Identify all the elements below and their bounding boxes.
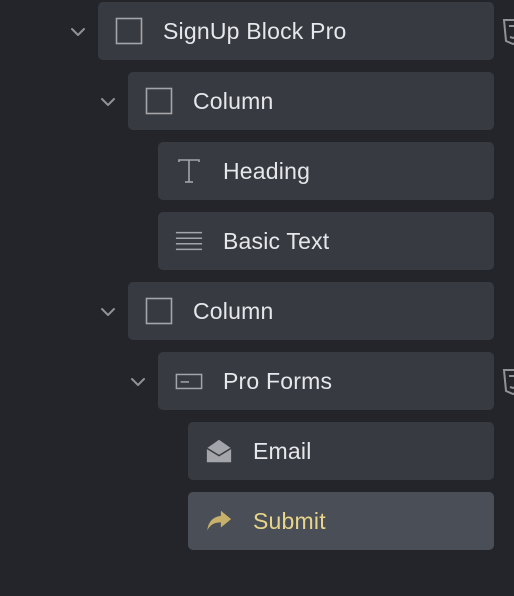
tree-node-label: SignUp Block Pro bbox=[163, 17, 347, 44]
square-icon bbox=[145, 297, 173, 325]
tree-node-label: Basic Text bbox=[223, 227, 330, 254]
tree-node-column-2[interactable]: Column bbox=[128, 282, 494, 340]
share-arrow-icon bbox=[205, 507, 233, 535]
chevron-down-icon[interactable] bbox=[99, 303, 117, 321]
form-field-icon bbox=[175, 367, 203, 395]
tree-node-label: Column bbox=[193, 87, 274, 114]
tree-node-signup-block-pro[interactable]: SignUp Block Pro bbox=[98, 2, 494, 60]
open-envelope-icon bbox=[205, 437, 233, 465]
css3-icon[interactable] bbox=[502, 369, 514, 395]
chevron-down-icon[interactable] bbox=[129, 373, 147, 391]
chevron-down-icon[interactable] bbox=[99, 93, 117, 111]
tree-node-label: Heading bbox=[223, 157, 311, 184]
text-t-icon bbox=[175, 157, 203, 185]
tree-node-label: Pro Forms bbox=[223, 367, 333, 394]
layer-tree: SignUp Block Pro Column Heading Basic Te… bbox=[0, 0, 514, 596]
tree-node-submit[interactable]: Submit bbox=[188, 492, 494, 550]
tree-node-pro-forms[interactable]: Pro Forms bbox=[158, 352, 494, 410]
text-lines-icon bbox=[175, 227, 203, 255]
square-icon bbox=[145, 87, 173, 115]
tree-node-heading[interactable]: Heading bbox=[158, 142, 494, 200]
tree-node-label: Email bbox=[253, 437, 312, 464]
tree-node-label: Column bbox=[193, 297, 274, 324]
square-icon bbox=[115, 17, 143, 45]
tree-node-basic-text[interactable]: Basic Text bbox=[158, 212, 494, 270]
chevron-down-icon[interactable] bbox=[69, 23, 87, 41]
tree-node-column-1[interactable]: Column bbox=[128, 72, 494, 130]
tree-node-email[interactable]: Email bbox=[188, 422, 494, 480]
tree-node-label: Submit bbox=[253, 507, 326, 534]
css3-icon[interactable] bbox=[502, 19, 514, 45]
